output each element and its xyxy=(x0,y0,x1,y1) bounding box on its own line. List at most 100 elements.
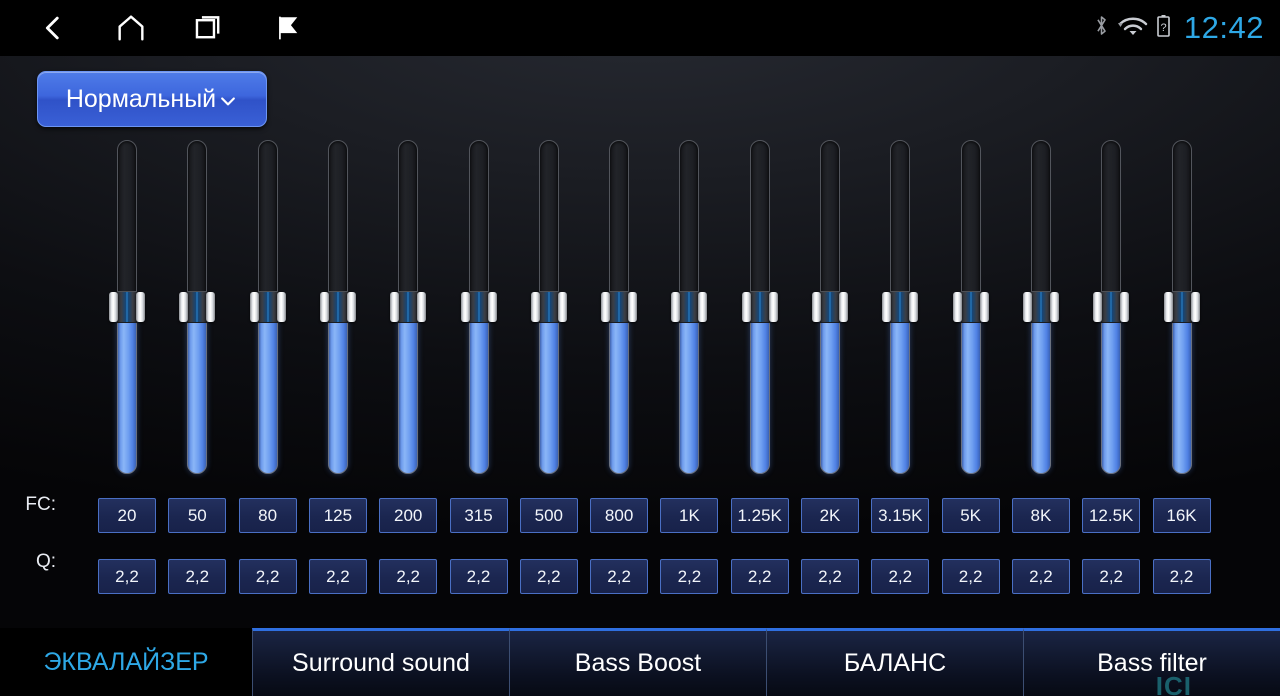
slider-thumb-core xyxy=(257,291,278,323)
fc-value-box[interactable]: 20 xyxy=(98,498,156,533)
slider-thumb-core xyxy=(117,291,137,323)
q-value-box[interactable]: 2,2 xyxy=(379,559,438,594)
q-value-box[interactable]: 2,2 xyxy=(1082,559,1141,594)
slider-thumb[interactable] xyxy=(1093,291,1130,323)
slider-thumb-core xyxy=(960,291,981,323)
eq-slider-50[interactable] xyxy=(179,140,216,474)
q-value-box[interactable]: 2,2 xyxy=(730,559,789,594)
eq-slider-1K[interactable] xyxy=(671,140,708,474)
eq-slider-125[interactable] xyxy=(319,140,356,474)
fc-value-box[interactable]: 3.15K xyxy=(871,498,930,533)
fc-value-box[interactable]: 5K xyxy=(941,498,1000,533)
eq-slider-1.25K[interactable] xyxy=(741,140,778,474)
slider-thumb-cap-right xyxy=(979,292,989,322)
tab-item-1[interactable]: Surround sound xyxy=(252,628,509,696)
slider-thumb-cap-right xyxy=(346,292,356,322)
slider-thumb-cap-right xyxy=(136,292,145,322)
slider-thumb-cap-right xyxy=(1120,292,1130,322)
eq-slider-8K[interactable] xyxy=(1022,140,1059,474)
eq-slider-315[interactable] xyxy=(460,140,497,474)
slider-thumb-cap-left xyxy=(1163,292,1173,322)
slider-thumb-core xyxy=(538,291,559,323)
slider-fill xyxy=(327,307,348,474)
fc-value-box[interactable]: 200 xyxy=(379,498,438,533)
slider-thumb-cap-left xyxy=(671,292,681,322)
slider-thumb[interactable] xyxy=(882,291,919,323)
fc-value-box[interactable]: 80 xyxy=(238,498,297,533)
tab-item-2[interactable]: Bass Boost xyxy=(509,628,766,696)
slider-fill xyxy=(538,307,559,474)
slider-thumb-cap-left xyxy=(741,292,751,322)
fc-value-box[interactable]: 8K xyxy=(1011,498,1070,533)
eq-slider-80[interactable] xyxy=(249,140,286,474)
eq-slider-200[interactable] xyxy=(390,140,427,474)
fc-value-box[interactable]: 16K xyxy=(1152,498,1211,533)
tab-equalizer[interactable]: ЭКВАЛАЙЗЕР xyxy=(0,628,252,696)
slider-thumb-cap-right xyxy=(557,292,567,322)
slider-thumb-cap-right xyxy=(628,292,638,322)
fc-value-box[interactable]: 1K xyxy=(660,498,719,533)
q-value-box[interactable]: 2,2 xyxy=(168,559,227,594)
slider-thumb[interactable] xyxy=(460,291,497,323)
eq-slider-16K[interactable] xyxy=(1163,140,1200,474)
eq-slider-5K[interactable] xyxy=(952,140,989,474)
slider-thumb-core xyxy=(820,291,840,323)
slider-thumb[interactable] xyxy=(1022,291,1059,323)
eq-slider-500[interactable] xyxy=(530,140,567,474)
slider-thumb[interactable] xyxy=(601,291,638,323)
fc-value-box[interactable]: 12.5K xyxy=(1082,498,1141,533)
q-value-box[interactable]: 2,2 xyxy=(660,559,719,594)
slider-thumb-cap-left xyxy=(1093,292,1103,322)
slider-thumb[interactable] xyxy=(530,291,567,323)
slider-thumb[interactable] xyxy=(952,291,989,323)
fc-value-box[interactable]: 2K xyxy=(801,498,859,533)
fc-value-box[interactable]: 315 xyxy=(449,498,508,533)
eq-slider-12.5K[interactable] xyxy=(1093,140,1130,474)
slider-thumb[interactable] xyxy=(179,291,216,323)
q-value-box[interactable]: 2,2 xyxy=(1152,559,1211,594)
slider-thumb-cap-left xyxy=(882,292,892,322)
slider-thumb-cap-right xyxy=(1190,292,1200,322)
slider-fill xyxy=(1171,307,1192,474)
tab-item-3[interactable]: БАЛАНС xyxy=(766,628,1023,696)
q-value-box[interactable]: 2,2 xyxy=(519,559,578,594)
fc-value-box[interactable]: 50 xyxy=(168,498,227,533)
eq-slider-20[interactable] xyxy=(109,140,145,474)
q-value-box[interactable]: 2,2 xyxy=(590,559,649,594)
slider-fill xyxy=(1101,307,1122,474)
q-value-box[interactable]: 2,2 xyxy=(238,559,297,594)
q-value-box[interactable]: 2,2 xyxy=(1011,559,1070,594)
slider-thumb-cap-right xyxy=(1049,292,1059,322)
fc-value-box[interactable]: 500 xyxy=(519,498,578,533)
fc-value-box[interactable]: 1.25K xyxy=(730,498,789,533)
slider-thumb-cap-left xyxy=(109,292,118,322)
slider-thumb[interactable] xyxy=(812,291,848,323)
slider-fill xyxy=(398,307,419,474)
q-value-box[interactable]: 2,2 xyxy=(871,559,930,594)
fc-row-label: FC: xyxy=(25,494,56,515)
slider-thumb[interactable] xyxy=(109,291,145,323)
slider-thumb[interactable] xyxy=(390,291,427,323)
fc-value-box[interactable]: 800 xyxy=(590,498,649,533)
slider-thumb-cap-right xyxy=(417,292,427,322)
q-value-box[interactable]: 2,2 xyxy=(941,559,1000,594)
tab-item-4[interactable]: Bass filter xyxy=(1023,628,1280,696)
q-value-box[interactable]: 2,2 xyxy=(449,559,508,594)
slider-thumb[interactable] xyxy=(671,291,708,323)
q-value-box[interactable]: 2,2 xyxy=(801,559,859,594)
slider-fill xyxy=(117,307,137,474)
slider-thumb[interactable] xyxy=(249,291,286,323)
eq-slider-3.15K[interactable] xyxy=(882,140,919,474)
eq-slider-800[interactable] xyxy=(601,140,638,474)
fc-value-box[interactable]: 125 xyxy=(308,498,367,533)
q-value-box[interactable]: 2,2 xyxy=(98,559,156,594)
slider-fill xyxy=(749,307,770,474)
q-value-box[interactable]: 2,2 xyxy=(308,559,367,594)
slider-thumb[interactable] xyxy=(319,291,356,323)
slider-thumb-cap-left xyxy=(530,292,540,322)
slider-thumb-core xyxy=(749,291,770,323)
slider-thumb[interactable] xyxy=(741,291,778,323)
slider-thumb-core xyxy=(187,291,208,323)
eq-slider-2K[interactable] xyxy=(812,140,848,474)
slider-thumb[interactable] xyxy=(1163,291,1200,323)
